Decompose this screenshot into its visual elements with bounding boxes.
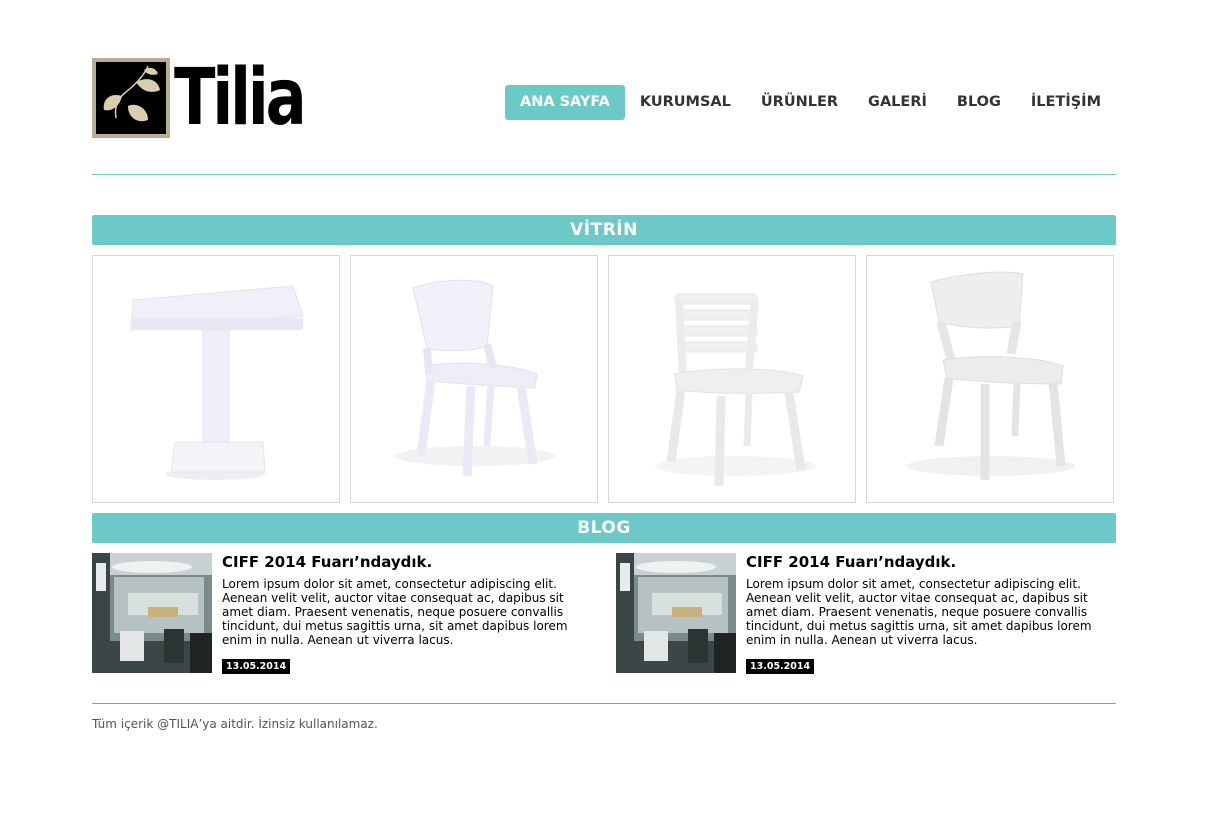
vitrin-gallery <box>92 255 1116 503</box>
exhibition-photo <box>616 553 736 673</box>
site-header: Tilia ANA SAYFA KURUMSAL ÜRÜNLER GALERİ … <box>92 40 1116 140</box>
table-image <box>130 285 304 480</box>
nav-item-galeri[interactable]: GALERİ <box>853 85 942 120</box>
post-date-badge: 13.05.2014 <box>222 659 291 674</box>
header-divider <box>92 174 1116 175</box>
post-title[interactable]: CIFF 2014 Fuarı’ndaydık. <box>222 553 432 571</box>
post-excerpt: Lorem ipsum dolor sit amet, consectetur … <box>222 577 568 647</box>
site-logo[interactable]: Tilia <box>92 43 307 138</box>
nav-item-ana-sayfa[interactable]: ANA SAYFA <box>504 85 625 120</box>
logo-wordmark: Tilia <box>174 53 307 143</box>
exhibition-photo <box>92 553 212 673</box>
product-card-table[interactable] <box>92 255 340 503</box>
nav-item-kurumsal[interactable]: KURUMSAL <box>625 85 746 120</box>
chair-image <box>655 293 815 487</box>
post-thumbnail[interactable] <box>616 553 736 673</box>
blog-posts: CIFF 2014 Fuarı’ndaydık. Lorem ipsum dol… <box>92 553 1116 674</box>
vitrin-heading: VİTRİN <box>92 215 1116 245</box>
leaf-icon <box>103 65 160 122</box>
logo-leaf-emblem <box>92 58 170 138</box>
chair-image <box>395 279 555 477</box>
nav-item-blog[interactable]: BLOG <box>942 85 1016 120</box>
post-excerpt: Lorem ipsum dolor sit amet, consectetur … <box>746 577 1092 647</box>
footer-divider <box>92 703 1116 704</box>
blog-post: CIFF 2014 Fuarı’ndaydık. Lorem ipsum dol… <box>92 553 592 674</box>
post-date-badge: 13.05.2014 <box>746 659 815 674</box>
post-thumbnail[interactable] <box>92 553 212 673</box>
nav-item-iletisim[interactable]: İLETİŞİM <box>1016 85 1116 120</box>
blog-heading: BLOG <box>92 513 1116 543</box>
product-card-chair-slatted[interactable] <box>608 255 856 503</box>
blog-post: CIFF 2014 Fuarı’ndaydık. Lorem ipsum dol… <box>616 553 1116 674</box>
post-title[interactable]: CIFF 2014 Fuarı’ndaydık. <box>746 553 956 571</box>
nav-item-urunler[interactable]: ÜRÜNLER <box>746 85 853 120</box>
chair-image <box>907 271 1075 480</box>
footer-copyright: Tüm içerik @TILIA’ya aitdir. İzinsiz kul… <box>92 717 378 731</box>
main-nav: ANA SAYFA KURUMSAL ÜRÜNLER GALERİ BLOG İ… <box>504 85 1116 120</box>
product-card-chair-curved[interactable] <box>866 255 1114 503</box>
product-card-chair-rattan[interactable] <box>350 255 598 503</box>
